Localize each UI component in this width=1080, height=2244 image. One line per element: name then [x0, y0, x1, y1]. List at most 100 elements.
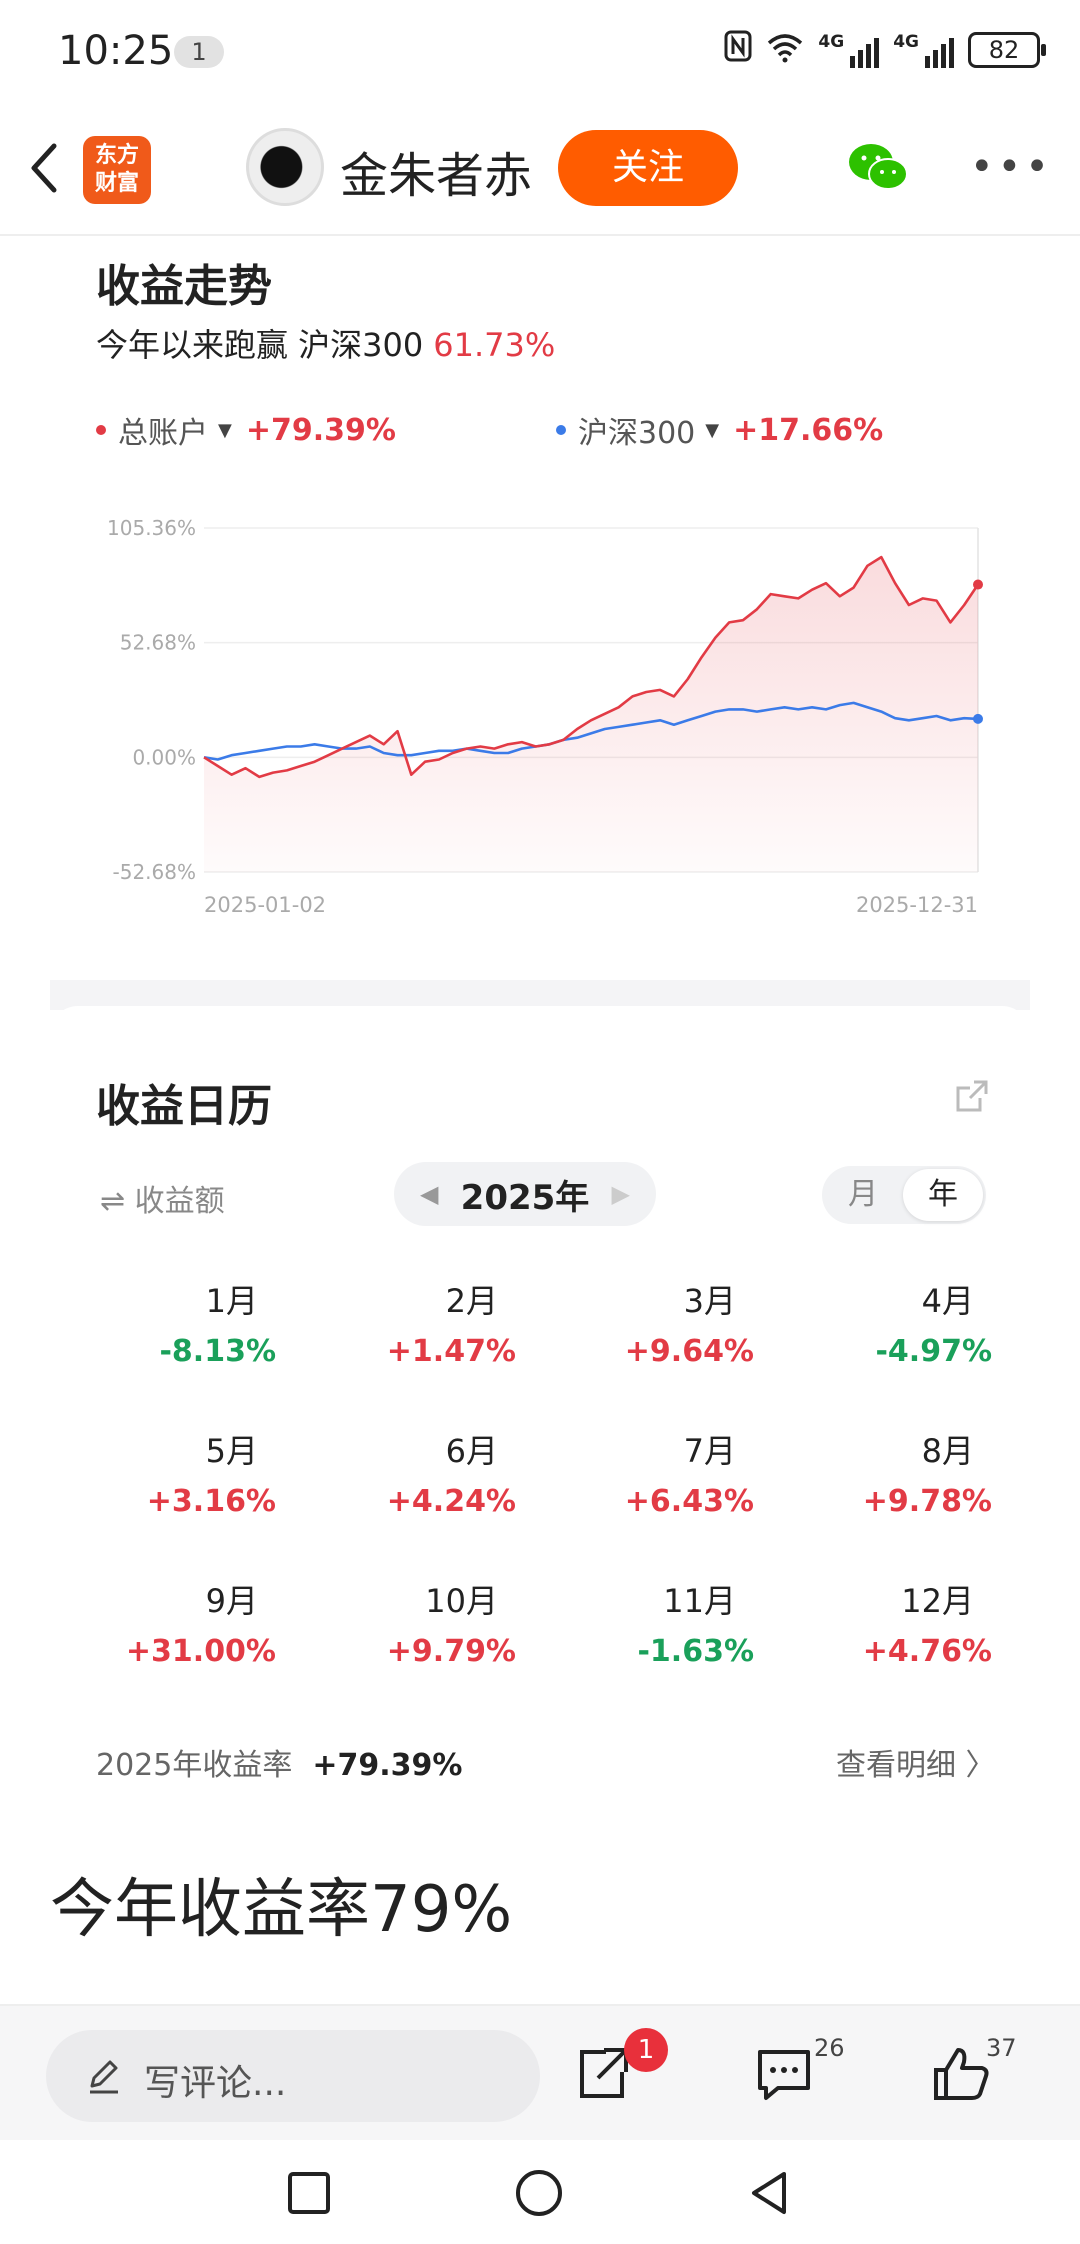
home-icon[interactable]: [514, 2168, 564, 2218]
returns-calendar-card: 收益日历 ⇌ 收益额 ◀ 2025年 ▶ 月 年 1月 -8.13% 2月 +1.47…: [50, 1006, 1030, 1820]
month-label: 9月: [205, 1582, 258, 1620]
beat-benchmark-text: 今年以来跑赢 沪深300 61.73%: [96, 326, 556, 364]
month-cell[interactable]: 3月 +9.64%: [574, 1276, 754, 1369]
month-return: +9.78%: [862, 1484, 992, 1519]
tab-month[interactable]: 月: [822, 1166, 904, 1224]
month-return: +9.79%: [386, 1634, 516, 1669]
metric-toggle[interactable]: ⇌ 收益额: [100, 1176, 225, 1220]
month-cell[interactable]: 4月 -4.97%: [812, 1276, 992, 1369]
x-end-label: 2025-12-31: [856, 893, 978, 917]
month-label: 10月: [425, 1582, 498, 1620]
month-cell[interactable]: 6月 +4.24%: [336, 1426, 516, 1519]
top-header: 东方 财富 金朱者赤 关注 •••: [0, 100, 1080, 236]
month-label: 8月: [921, 1432, 974, 1470]
month-label: 4月: [921, 1282, 974, 1320]
month-cell[interactable]: 11月 -1.63%: [574, 1576, 754, 1669]
returns-trend-card: 收益走势 今年以来跑赢 沪深300 61.73% 总账户 ▼ +79.39% 沪深…: [50, 238, 1030, 980]
selected-year: 2025年: [460, 1177, 590, 1218]
follow-button[interactable]: 关注: [558, 130, 738, 206]
bottom-action-bar: 写评论... 1 26 37: [0, 2004, 1080, 2140]
share-badge: 1: [624, 2028, 668, 2072]
comment-placeholder: 写评论...: [144, 2063, 287, 2104]
comment-input[interactable]: 写评论...: [46, 2030, 540, 2122]
status-bar: 10:25 1 4G 4G 82: [0, 0, 1080, 100]
status-time: 10:25: [58, 28, 174, 74]
month-label: 2月: [445, 1282, 498, 1320]
nfc-icon: [724, 30, 752, 70]
author-name[interactable]: 金朱者赤: [340, 136, 532, 206]
month-return: +4.76%: [862, 1634, 992, 1669]
recent-apps-icon[interactable]: [284, 2168, 334, 2218]
annual-return-summary: 2025年收益率 +79.39%: [96, 1748, 463, 1783]
month-cell[interactable]: 1月 -8.13%: [96, 1276, 276, 1369]
prev-year-icon[interactable]: ◀: [420, 1180, 438, 1208]
month-cell[interactable]: 7月 +6.43%: [574, 1426, 754, 1519]
like-icon[interactable]: [930, 2042, 994, 2106]
total-account-area: [204, 557, 978, 872]
y-tick-label: 105.36%: [107, 516, 196, 540]
month-cell[interactable]: 5月 +3.16%: [96, 1426, 276, 1519]
beat-value: 61.73%: [433, 326, 556, 364]
legend-csi300[interactable]: 沪深300 ▼ +17.66%: [556, 408, 883, 452]
back-nav-icon[interactable]: [744, 2168, 794, 2218]
annual-return-value: +79.39%: [312, 1748, 463, 1783]
y-tick-label: -52.68%: [113, 860, 196, 884]
status-icons: 4G 4G 82: [724, 30, 1046, 70]
total-account-line-endpoint: [973, 579, 983, 590]
author-avatar[interactable]: [246, 128, 324, 206]
month-return: +3.16%: [146, 1484, 276, 1519]
next-year-icon[interactable]: ▶: [612, 1180, 630, 1208]
csi300-line-endpoint: [973, 713, 983, 724]
screen: 10:25 1 4G 4G 82 东方 财富 金朱者赤 关注 ••• 收益走势 …: [0, 0, 1080, 2244]
month-return: +1.47%: [386, 1334, 516, 1369]
month-label: 11月: [663, 1582, 736, 1620]
wifi-icon: [766, 33, 804, 67]
y-tick-label: 52.68%: [120, 631, 196, 655]
legend-dot-red: [96, 425, 106, 435]
year-picker: ◀ 2025年 ▶: [394, 1162, 656, 1226]
tab-year[interactable]: 年: [903, 1169, 983, 1221]
month-return: +9.64%: [624, 1334, 754, 1369]
more-options-icon[interactable]: •••: [970, 144, 1053, 190]
view-details-link[interactable]: 查看明细 〉: [836, 1740, 996, 1784]
chevron-down-icon: ▼: [218, 419, 232, 441]
calendar-title: 收益日历: [96, 1081, 272, 1132]
month-label: 12月: [901, 1582, 974, 1620]
battery-icon: 82: [968, 32, 1046, 68]
back-icon[interactable]: [20, 138, 70, 198]
like-count: 37: [986, 2034, 1017, 2062]
signal-icon: 4G: [818, 32, 880, 68]
external-link-icon[interactable]: [954, 1078, 990, 1114]
section-title: 收益走势: [96, 261, 272, 312]
notification-count: 1: [174, 36, 224, 68]
month-return: +31.00%: [125, 1634, 276, 1669]
comment-icon[interactable]: [752, 2042, 816, 2106]
signal-icon-2: 4G: [893, 32, 954, 68]
post-body-text: 今年收益率79%: [50, 1873, 513, 1947]
month-return: -4.97%: [875, 1334, 992, 1369]
month-label: 5月: [205, 1432, 258, 1470]
x-start-label: 2025-01-02: [204, 893, 326, 917]
month-label: 6月: [445, 1432, 498, 1470]
comment-count: 26: [814, 2034, 845, 2062]
chevron-down-icon: ▼: [705, 419, 720, 441]
month-cell[interactable]: 10月 +9.79%: [336, 1576, 516, 1669]
month-label: 1月: [205, 1282, 258, 1320]
wechat-icon[interactable]: [846, 140, 910, 196]
month-cell[interactable]: 2月 +1.47%: [336, 1276, 516, 1369]
month-label: 7月: [683, 1432, 736, 1470]
month-return: -8.13%: [159, 1334, 276, 1369]
month-cell[interactable]: 8月 +9.78%: [812, 1426, 992, 1519]
pen-icon: [90, 2060, 118, 2094]
legend-dot-blue: [556, 425, 566, 435]
month-label: 3月: [683, 1282, 736, 1320]
month-cell[interactable]: 9月 +31.00%: [96, 1576, 276, 1669]
y-tick-label: 0.00%: [132, 745, 196, 769]
system-nav-bar: [0, 2140, 1080, 2244]
returns-line-chart: 105.36% 52.68% 0.00% -52.68% 2025-01-02 2025…: [107, 516, 983, 917]
month-return: -1.63%: [637, 1634, 754, 1669]
period-segment: 月 年: [822, 1166, 986, 1224]
app-logo[interactable]: 东方 财富: [83, 136, 151, 204]
legend-total-account[interactable]: 总账户 ▼ +79.39%: [96, 408, 396, 452]
month-cell[interactable]: 12月 +4.76%: [812, 1576, 992, 1669]
